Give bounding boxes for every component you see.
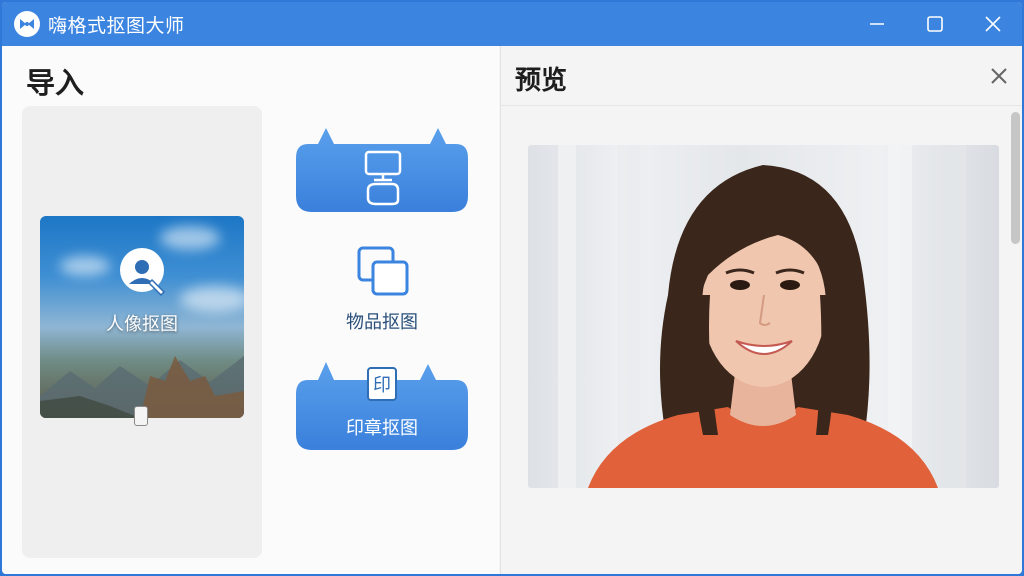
- minimize-icon: [870, 23, 884, 25]
- preview-title: 预览: [515, 66, 568, 96]
- minimize-button[interactable]: [848, 2, 906, 46]
- preview-close-icon[interactable]: [989, 66, 1009, 86]
- portrait-cutout-button[interactable]: 人像抠图: [40, 216, 244, 418]
- app-logo-icon: [14, 11, 40, 37]
- close-button[interactable]: [964, 2, 1022, 46]
- portrait-photo: [558, 145, 966, 488]
- layers-icon: [357, 246, 409, 296]
- stamp-cutout-label: 印章抠图: [346, 418, 418, 439]
- preview-scrollbar[interactable]: [1008, 108, 1020, 574]
- app-window: 嗨格式抠图大师 导入 人像抠图 物品抠图 印 印章抠图 预览: [0, 0, 1024, 576]
- screen-transfer-button[interactable]: [296, 124, 468, 212]
- object-cutout-button[interactable]: 物品抠图: [332, 242, 432, 338]
- preview-header: 预览: [501, 46, 1022, 106]
- object-cutout-label: 物品抠图: [346, 312, 418, 333]
- import-panel: 导入 人像抠图 物品抠图 印 印章抠图: [2, 46, 499, 574]
- portrait-cutout-icon: [120, 248, 166, 297]
- title-bar[interactable]: 嗨格式抠图大师: [2, 2, 1022, 46]
- scrollbar-thumb[interactable]: [1011, 112, 1020, 244]
- close-icon: [985, 16, 1001, 32]
- preview-panel: 预览: [500, 46, 1022, 574]
- maximize-icon: [927, 16, 943, 32]
- portrait-cutout-label: 人像抠图: [106, 314, 178, 335]
- maximize-button[interactable]: [906, 2, 964, 46]
- drag-handle[interactable]: [134, 406, 148, 426]
- preview-image: [528, 145, 999, 488]
- import-title: 导入: [26, 66, 85, 100]
- window-controls: [848, 2, 1022, 46]
- svg-text:印: 印: [373, 375, 391, 396]
- stamp-cutout-button[interactable]: 印 印章抠图: [296, 360, 468, 450]
- app-title: 嗨格式抠图大师: [48, 14, 185, 37]
